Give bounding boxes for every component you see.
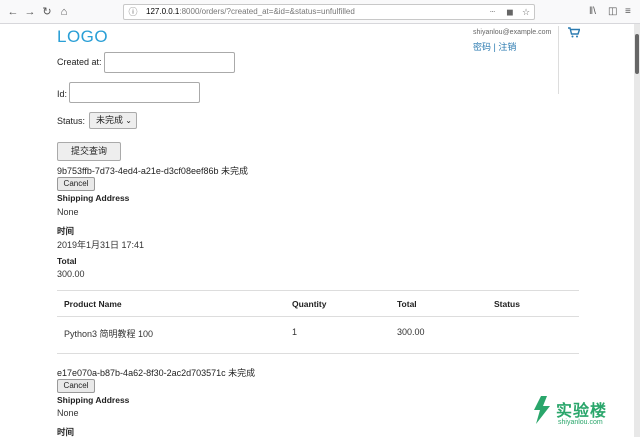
home-icon[interactable]: ⌂ <box>57 5 71 19</box>
order-id-status: e17e070a-b87b-4a62-8f30-2ac2d703571c 未完成 <box>57 368 256 378</box>
shipping-address-heading: Shipping Address <box>57 395 130 405</box>
link-separator: | <box>493 42 496 52</box>
info-icon[interactable]: ⓘ <box>127 6 139 18</box>
shipping-address-heading: Shipping Address <box>57 193 130 203</box>
back-icon[interactable]: ← <box>6 5 20 19</box>
watermark-logo <box>534 396 550 424</box>
shipping-address-value: None <box>57 408 79 418</box>
submit-query-button[interactable]: 提交查询 <box>57 142 121 161</box>
menu-icon[interactable]: ≡ <box>625 5 631 19</box>
status-label: Status: <box>57 116 86 126</box>
url-host: 127.0.0.1 <box>146 7 180 16</box>
id-input[interactable] <box>69 82 200 103</box>
table-top-border <box>57 290 579 291</box>
header-divider <box>558 26 559 94</box>
time-heading: 时间 <box>57 427 75 437</box>
watermark-domain: shiyanlou.com <box>558 419 603 426</box>
more-actions-icon[interactable]: ··· <box>486 6 498 18</box>
forward-icon[interactable]: → <box>23 5 37 19</box>
table-header-border <box>57 316 579 317</box>
site-logo[interactable]: LOGO <box>57 27 108 47</box>
col-header-status: Status <box>494 299 520 309</box>
pocket-icon[interactable]: ◼ <box>504 6 516 18</box>
total-value: 300.00 <box>57 269 85 279</box>
sidebar-icon[interactable]: ◫ <box>608 5 617 19</box>
browser-toolbar: ← → ↻ ⌂ ⓘ 127.0.0.1:8000/orders/?created… <box>0 0 640 24</box>
cell-product-name: Python3 简明教程 100 <box>64 329 154 339</box>
created-at-input[interactable] <box>104 52 235 73</box>
time-heading: 时间 <box>57 226 75 236</box>
status-selected-value: 未完成 <box>96 115 124 125</box>
order-id-status: 9b753ffb-7d73-4ed4-a21e-d3cf08eef86b 未完成 <box>57 166 248 176</box>
time-value: 2019年1月31日 17:41 <box>57 240 145 250</box>
status-select[interactable]: 未完成 ⌄ <box>89 112 137 129</box>
total-heading: Total <box>57 256 77 266</box>
url-path: :8000/orders/?created_at=&id=&status=unf… <box>179 7 355 16</box>
shipping-address-value: None <box>57 207 79 217</box>
bookmark-star-icon[interactable]: ☆ <box>520 6 532 18</box>
url-text: 127.0.0.1:8000/orders/?created_at=&id=&s… <box>146 7 355 16</box>
cancel-order-button[interactable]: Cancel <box>57 379 95 393</box>
scrollbar-track[interactable] <box>634 24 640 437</box>
col-header-total: Total <box>397 299 417 309</box>
cell-quantity: 1 <box>292 327 298 337</box>
cancel-order-button[interactable]: Cancel <box>57 177 95 191</box>
cart-icon[interactable] <box>568 27 581 41</box>
table-bottom-border <box>57 353 579 354</box>
created-at-label: Created at: <box>57 57 102 67</box>
url-bar[interactable]: ⓘ 127.0.0.1:8000/orders/?created_at=&id=… <box>123 4 535 20</box>
user-email: shiyanlou@example.com <box>473 29 552 36</box>
col-header-product-name: Product Name <box>64 299 122 309</box>
logout-link[interactable]: 注销 <box>498 42 516 52</box>
library-icon[interactable]: ‖\ <box>589 5 596 19</box>
cell-total: 300.00 <box>397 327 425 337</box>
password-link[interactable]: 密码 <box>473 42 491 52</box>
reload-icon[interactable]: ↻ <box>40 5 54 19</box>
watermark-brand: 实验楼 <box>556 403 608 420</box>
scrollbar-thumb[interactable] <box>635 34 639 74</box>
col-header-quantity: Quantity <box>292 299 327 309</box>
chevron-down-icon: ⌄ <box>125 116 132 125</box>
id-label: Id: <box>57 89 68 99</box>
user-links: 密码 | 注销 <box>473 40 516 53</box>
